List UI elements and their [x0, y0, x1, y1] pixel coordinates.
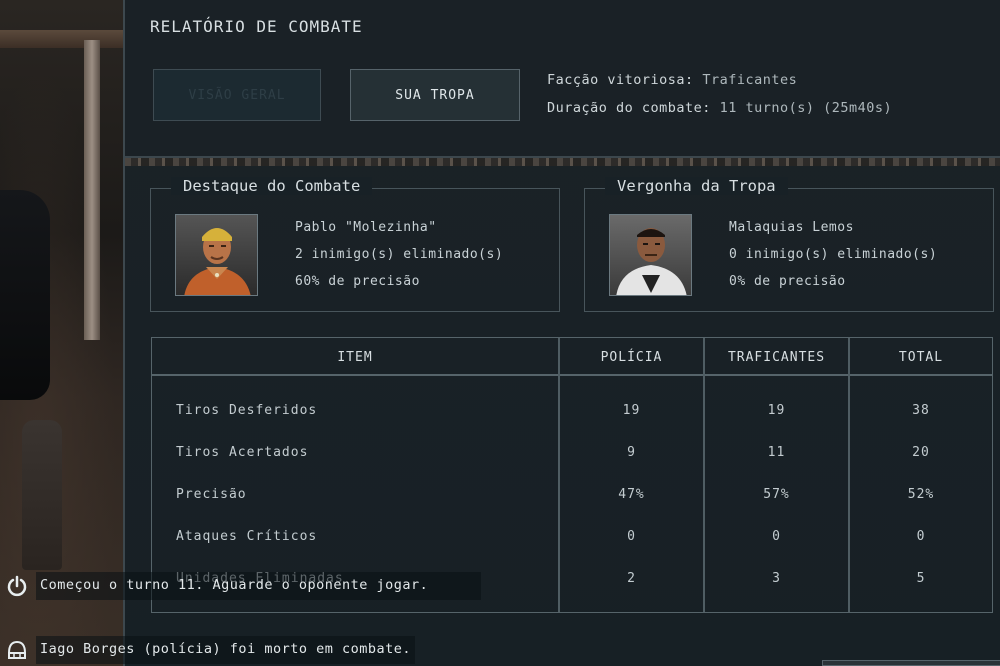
row-total-value: 38 [912, 402, 930, 418]
soldier-portrait-icon [175, 214, 258, 296]
scene-car [0, 190, 50, 400]
report-header: RELATÓRIO DE COMBATE VISÃO GERAL SUA TRO… [125, 0, 1000, 158]
chat-log: Começou o turno 11. Aguarde o oponente j… [0, 566, 485, 666]
power-icon [2, 572, 32, 600]
column-header-police: POLÍCIA [600, 349, 663, 365]
winning-faction-label: Facção vitoriosa: [547, 72, 694, 88]
troop-shame-title: Vergonha da Tropa [605, 177, 788, 195]
combat-highlight-details: Pablo "Molezinha" 2 inimigo(s) eliminado… [295, 220, 503, 301]
tab-your-troop[interactable]: SUA TROPA [350, 69, 520, 121]
combat-highlight-title: Destaque do Combate [171, 177, 373, 195]
table-row: Tiros Acertados 9 11 20 [152, 431, 992, 473]
row-police-value: 47% [618, 486, 645, 502]
row-item: Ataques Críticos [176, 528, 318, 544]
row-item: Tiros Acertados [176, 444, 309, 460]
row-police-value: 19 [622, 402, 641, 418]
bottom-action-button[interactable] [822, 660, 1000, 666]
table-row: Tiros Desferidos 19 19 38 [152, 389, 992, 431]
page-title: RELATÓRIO DE COMBATE [150, 17, 363, 36]
row-traffickers-value: 57% [763, 486, 790, 502]
helmet-icon [2, 636, 32, 664]
scene-pole [84, 40, 100, 340]
chat-message: Começou o turno 11. Aguarde o oponente j… [0, 572, 485, 600]
soldier-name: Pablo "Molezinha" [295, 220, 437, 235]
row-traffickers-value: 19 [767, 402, 786, 418]
table-row: Ataques Críticos 0 0 0 [152, 515, 992, 557]
chat-message-text: Iago Borges (polícia) foi morto em comba… [36, 636, 415, 664]
combat-highlight-box: Destaque do Combate Pablo "Molezinha" 2 … [150, 177, 560, 312]
chat-message: Iago Borges (polícia) foi morto em comba… [0, 636, 485, 664]
soldier-kills: 0 inimigo(s) eliminado(s) [729, 247, 938, 262]
chat-message-text: Começou o turno 11. Aguarde o oponente j… [36, 572, 481, 600]
scene-figure [22, 420, 62, 570]
soldier-accuracy: 60% de precisão [295, 274, 420, 289]
soldier-kills: 2 inimigo(s) eliminado(s) [295, 247, 504, 262]
row-total-value: 20 [912, 444, 930, 460]
row-police-value: 2 [627, 570, 636, 586]
divider-band [125, 158, 1000, 166]
table-header: ITEM POLÍCIA TRAFICANTES TOTAL [152, 338, 992, 376]
row-total-value: 0 [916, 528, 926, 544]
row-total-value: 5 [916, 570, 926, 586]
combat-duration: Duração do combate: 11 turno(s) (25m40s) [547, 100, 892, 116]
combat-duration-value: 11 turno(s) (25m40s) [719, 100, 893, 116]
column-header-total: TOTAL [898, 349, 944, 365]
row-traffickers-value: 11 [767, 444, 786, 460]
tab-overview[interactable]: VISÃO GERAL [153, 69, 321, 121]
scene-beam [0, 30, 130, 48]
row-total-value: 52% [907, 486, 935, 502]
table-row: Precisão 47% 57% 52% [152, 473, 992, 515]
troop-shame-box: Vergonha da Tropa Malaquias Lemos 0 inim… [584, 177, 994, 312]
soldier-accuracy: 0% de precisão [729, 274, 846, 289]
row-traffickers-value: 0 [772, 528, 781, 544]
row-item: Tiros Desferidos [176, 402, 318, 418]
row-police-value: 9 [627, 444, 636, 460]
soldier-portrait-icon [609, 214, 692, 296]
combat-duration-label: Duração do combate: [547, 100, 711, 116]
winning-faction-value: Traficantes [702, 72, 798, 88]
row-police-value: 0 [627, 528, 636, 544]
column-header-traffickers: TRAFICANTES [727, 349, 826, 365]
soldier-name: Malaquias Lemos [729, 220, 854, 235]
row-traffickers-value: 3 [772, 570, 781, 586]
row-item: Precisão [176, 486, 247, 502]
tab-your-troop-label: SUA TROPA [395, 87, 475, 103]
winning-faction: Facção vitoriosa: Traficantes [547, 72, 797, 88]
tab-overview-label: VISÃO GERAL [188, 87, 286, 103]
column-header-item: ITEM [337, 349, 373, 365]
troop-shame-details: Malaquias Lemos 0 inimigo(s) eliminado(s… [729, 220, 937, 301]
